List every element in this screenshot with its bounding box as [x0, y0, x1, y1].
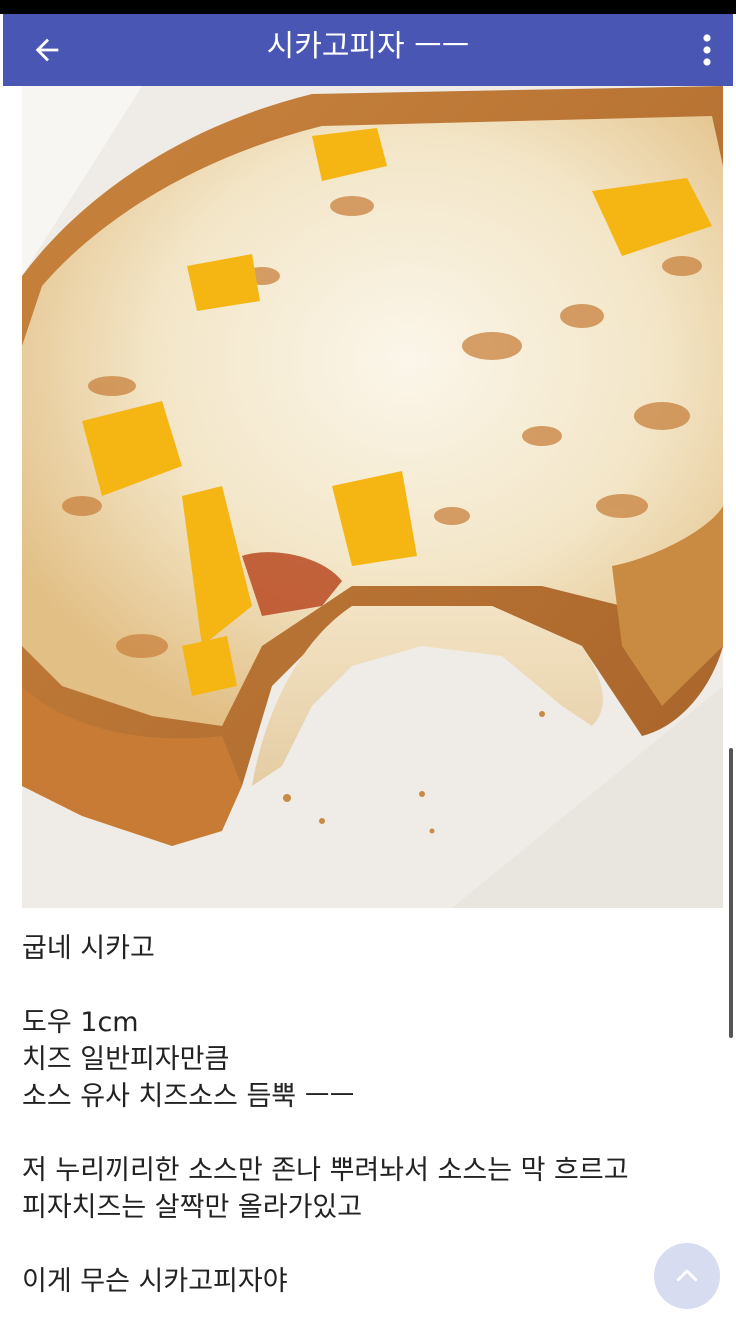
app-bar: 시카고피자 ㅡㅡ — [3, 14, 733, 86]
more-vert-icon — [703, 34, 711, 66]
post-line: 소스 유사 치즈소스 듬뿍 ㅡㅡ — [22, 1081, 355, 1112]
arrow-left-icon — [35, 38, 59, 62]
more-options-button[interactable] — [689, 26, 725, 74]
status-bar — [0, 0, 736, 14]
post-line: 피자치즈는 살짝만 올라가있고 — [22, 1192, 363, 1223]
post-line: 도우 1cm — [22, 1007, 139, 1038]
back-button[interactable] — [25, 28, 69, 72]
post-line: 이게 무슨 시카고피자야 — [22, 1266, 288, 1297]
post-body: 굽네 시카고 도우 1cm 치즈 일반피자만큼 소스 유사 치즈소스 듬뿍 ㅡㅡ… — [22, 930, 712, 1300]
pizza-photo[interactable] — [22, 86, 723, 908]
post-line: 저 누리끼리한 소스만 존나 뿌려놔서 소스는 막 흐르고 — [22, 1155, 629, 1186]
post-line: 굽네 시카고 — [22, 933, 155, 964]
post-line: 치즈 일반피자만큼 — [22, 1044, 230, 1075]
scroll-to-top-button[interactable] — [654, 1243, 720, 1309]
scrollbar-thumb[interactable] — [729, 748, 733, 1038]
page-title: 시카고피자 ㅡㅡ — [266, 29, 470, 64]
chevron-up-icon — [676, 1269, 698, 1282]
